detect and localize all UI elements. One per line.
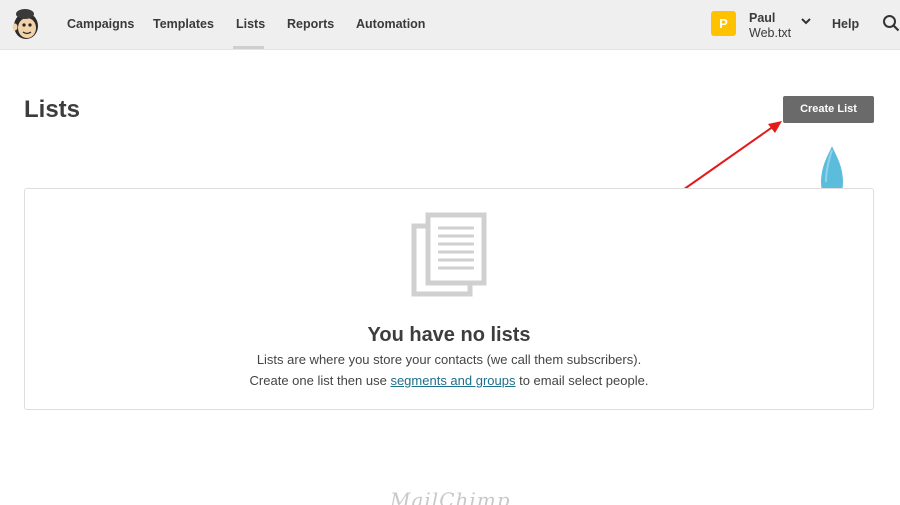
- empty-state-hint: Create one list then use segments and gr…: [25, 373, 873, 388]
- search-icon[interactable]: [882, 14, 900, 32]
- help-link[interactable]: Help: [832, 17, 859, 31]
- annotation-arrow-icon: [679, 121, 782, 193]
- nav-campaigns[interactable]: Campaigns: [67, 17, 134, 31]
- nav-reports[interactable]: Reports: [287, 17, 334, 31]
- hint-text-before: Create one list then use: [249, 373, 391, 388]
- empty-state-title: You have no lists: [367, 324, 531, 346]
- mailchimp-logo-icon[interactable]: [10, 6, 44, 42]
- nav-lists[interactable]: Lists: [236, 17, 265, 31]
- chevron-down-icon[interactable]: [800, 15, 812, 27]
- nav-automation[interactable]: Automation: [356, 17, 425, 31]
- empty-state-card: You have no lists Lists are where you st…: [24, 188, 874, 410]
- nav-templates[interactable]: Templates: [153, 17, 214, 31]
- active-tab-indicator: [233, 46, 264, 49]
- account-avatar[interactable]: P: [711, 11, 736, 36]
- account-company[interactable]: Web.txt: [749, 26, 791, 40]
- segments-groups-link[interactable]: segments and groups: [390, 373, 515, 388]
- empty-state-description: Lists are where you store your contacts …: [256, 352, 642, 367]
- document-stack-icon: [411, 212, 487, 297]
- top-nav-bar: Campaigns Templates Lists Reports Automa…: [0, 0, 900, 50]
- create-list-button[interactable]: Create List: [783, 96, 874, 123]
- page-title: Lists: [24, 96, 81, 123]
- account-name[interactable]: Paul: [749, 11, 775, 25]
- hint-text-after: to email select people.: [515, 373, 649, 388]
- footer-logo: MailChimp: [390, 488, 511, 505]
